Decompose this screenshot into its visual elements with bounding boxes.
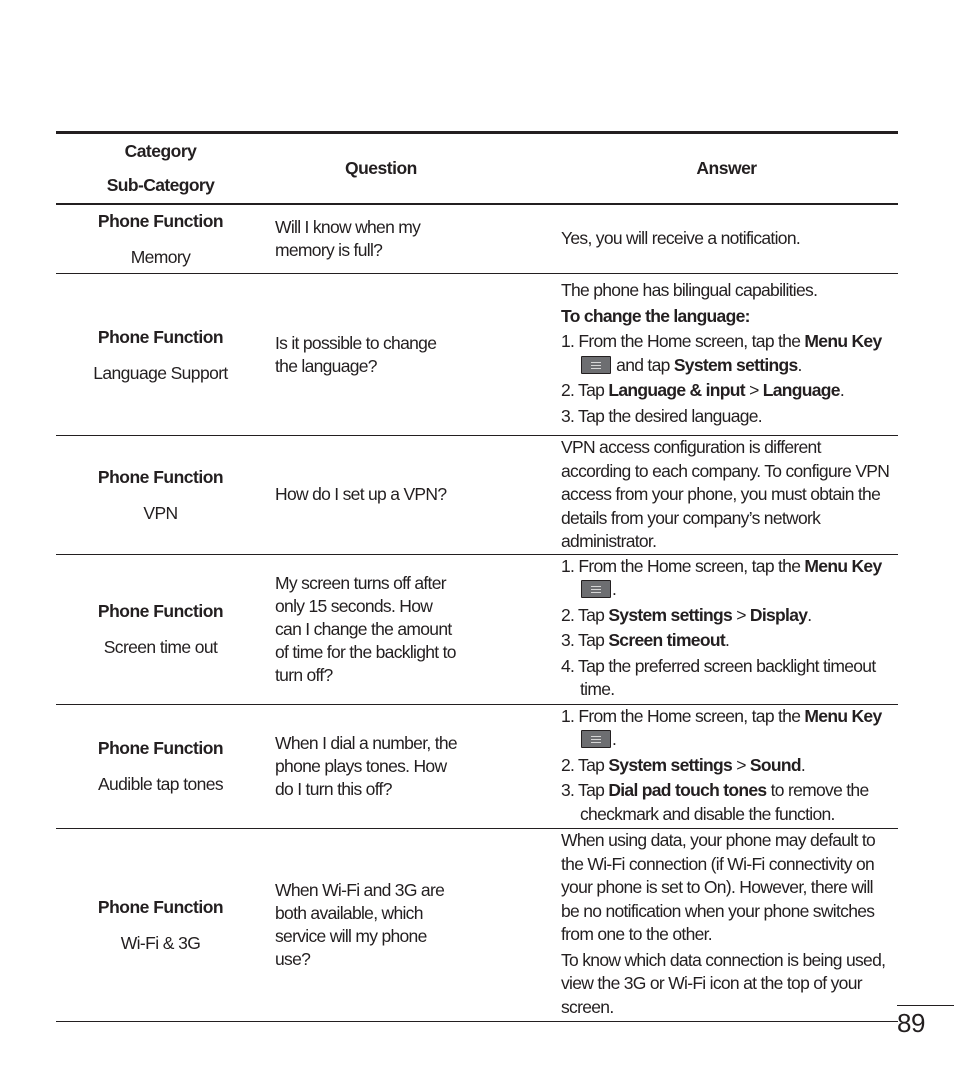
header-category: Category — [124, 140, 197, 161]
category-cell: Phone Function Audible tap tones — [56, 704, 265, 829]
category: Phone Function — [97, 738, 224, 759]
menu-key-icon — [581, 580, 611, 598]
category: Phone Function — [97, 210, 224, 231]
category-cell: Phone Function Screen time out — [56, 554, 265, 704]
answer-heading: To change the language: — [561, 305, 750, 326]
question-cell: When Wi-Fi and 3G are both available, wh… — [265, 829, 551, 1022]
answer-cell: When using data, your phone may default … — [551, 829, 898, 1022]
answer-text: Yes, you will receive a notification. — [561, 228, 801, 248]
header-answer-cell: Answer — [551, 133, 898, 204]
sub-category: Audible tap tones — [97, 774, 224, 795]
sub-category: Language Support — [93, 362, 228, 383]
answer-cell: 1. From the Home screen, tap the Menu Ke… — [551, 554, 898, 704]
question-cell: My screen turns off after only 15 second… — [265, 554, 551, 704]
menu-key-icon — [581, 730, 611, 748]
table-row: Phone Function Screen time out My screen… — [56, 554, 898, 704]
answer-step: 1. From the Home screen, tap the Menu Ke… — [561, 331, 882, 375]
header-question: Question — [345, 157, 417, 178]
table-row: Phone Function Memory Will I know when m… — [56, 204, 898, 274]
answer-step: 3. Tap the desired language. — [561, 405, 763, 426]
answer-text: The phone has bilingual capabilities. — [561, 280, 818, 300]
sub-category: VPN — [143, 502, 178, 523]
category-cell: Phone Function Memory — [56, 204, 265, 274]
menu-key-icon — [581, 355, 611, 374]
answer-step: 3. Tap Dial pad touch tones to remove th… — [561, 780, 869, 824]
category: Phone Function — [97, 897, 224, 917]
answer-cell: Yes, you will receive a notification. — [551, 204, 898, 274]
page-number-rule — [897, 1005, 954, 1006]
answer-text: When using data, your phone may default … — [561, 830, 876, 944]
answer-cell: 1. From the Home screen, tap the Menu Ke… — [551, 704, 898, 829]
header-sub-category: Sub-Category — [106, 174, 215, 195]
header-category-cell: Category Sub-Category — [56, 133, 265, 204]
question: How do I set up a VPN? — [275, 484, 447, 505]
answer-step: 1. From the Home screen, tap the Menu Ke… — [561, 555, 882, 600]
sub-category: Wi-Fi & 3G — [120, 933, 201, 953]
answer-text: To know which data connection is being u… — [561, 949, 886, 1017]
category: Phone Function — [97, 326, 224, 347]
question: When I dial a number, the phone plays to… — [275, 732, 458, 799]
table-header-row: Category Sub-Category Question Answer — [56, 132, 898, 204]
table-row: Phone Function Wi-Fi & 3G When Wi-Fi and… — [56, 829, 898, 1022]
question: Is it possible to change the language? — [275, 332, 437, 376]
question: My screen turns off after only 15 second… — [275, 572, 456, 685]
category-cell: Phone Function Language Support — [56, 274, 265, 436]
answer-cell: VPN access configuration is different ac… — [551, 436, 898, 555]
category: Phone Function — [97, 601, 224, 621]
sub-category: Memory — [130, 246, 191, 267]
sub-category: Screen time out — [103, 637, 218, 657]
answer-cell: The phone has bilingual capabilities. To… — [551, 274, 898, 436]
faq-table: Category Sub-Category Question Answer Ph… — [56, 131, 898, 1022]
header-question-cell: Question — [265, 133, 551, 204]
category: Phone Function — [97, 466, 224, 487]
table-row: Phone Function Audible tap tones When I … — [56, 704, 898, 829]
question: Will I know when my memory is full? — [275, 216, 421, 260]
question-cell: Will I know when my memory is full? — [265, 204, 551, 274]
header-answer: Answer — [696, 157, 757, 178]
page-number: 89 — [897, 1008, 925, 1038]
category-cell: Phone Function Wi-Fi & 3G — [56, 829, 265, 1022]
answer-step: 2. Tap System settings > Display. — [561, 604, 812, 625]
table-row: Phone Function VPN How do I set up a VPN… — [56, 436, 898, 555]
question: When Wi-Fi and 3G are both available, wh… — [275, 880, 445, 969]
answer-step: 4. Tap the preferred screen backlight ti… — [561, 655, 876, 700]
category-cell: Phone Function VPN — [56, 436, 265, 555]
answer-step: 2. Tap Language & input > Language. — [561, 380, 845, 400]
question-cell: How do I set up a VPN? — [265, 436, 551, 555]
answer-text: VPN access configuration is different ac… — [561, 437, 890, 551]
answer-step: 1. From the Home screen, tap the Menu Ke… — [561, 705, 882, 750]
question-cell: When I dial a number, the phone plays to… — [265, 704, 551, 829]
table-row: Phone Function Language Support Is it po… — [56, 274, 898, 436]
answer-step: 3. Tap Screen timeout. — [561, 630, 730, 650]
question-cell: Is it possible to change the language? — [265, 274, 551, 436]
answer-step: 2. Tap System settings > Sound. — [561, 754, 806, 775]
